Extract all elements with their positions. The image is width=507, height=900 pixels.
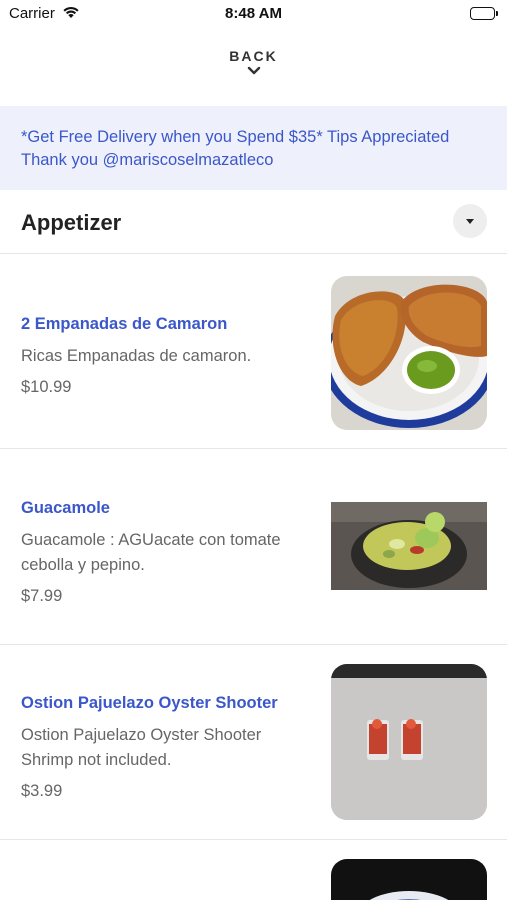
status-time: 8:48 AM [225,5,282,22]
collapse-triangle-icon [466,219,474,224]
collapse-category-button[interactable] [453,204,487,238]
item-price: $3.99 [21,782,63,800]
back-button[interactable]: BACK [0,48,507,75]
item-image-next [331,859,487,900]
item-description: Guacamole : AGUacate con tomate cebolla … [21,531,281,574]
item-name: Ostion Pajuelazo Oyster Shooter [21,694,278,712]
item-image-empanadas [331,276,487,430]
promo-banner-text: *Get Free Delivery when you Spend $35* T… [21,128,450,169]
battery-icon [470,7,498,20]
category-title: Appetizer [21,210,122,235]
back-label: BACK [229,48,278,64]
item-name: Guacamole [21,499,110,517]
item-name: 2 Empanadas de Camaron [21,315,228,333]
item-description: Ostion Pajuelazo Oyster Shooter Shrimp n… [21,726,262,769]
item-price: $10.99 [21,378,72,396]
chevron-down-icon [247,66,260,75]
promo-banner: *Get Free Delivery when you Spend $35* T… [0,106,507,190]
menu-item[interactable] [0,840,507,900]
category-header: Appetizer [0,190,507,254]
status-bar: Carrier 8:48 AM [0,0,507,28]
item-price: $7.99 [21,587,63,605]
menu-item[interactable]: 2 Empanadas de Camaron Ricas Empanadas d… [0,254,507,449]
item-description: Ricas Empanadas de camaron. [21,347,252,365]
item-image-guacamole [331,502,487,590]
menu-item[interactable]: Guacamole Guacamole : AGUacate con tomat… [0,449,507,645]
item-image-oyster-shooter [331,664,487,820]
menu-item[interactable]: Ostion Pajuelazo Oyster Shooter Ostion P… [0,645,507,840]
